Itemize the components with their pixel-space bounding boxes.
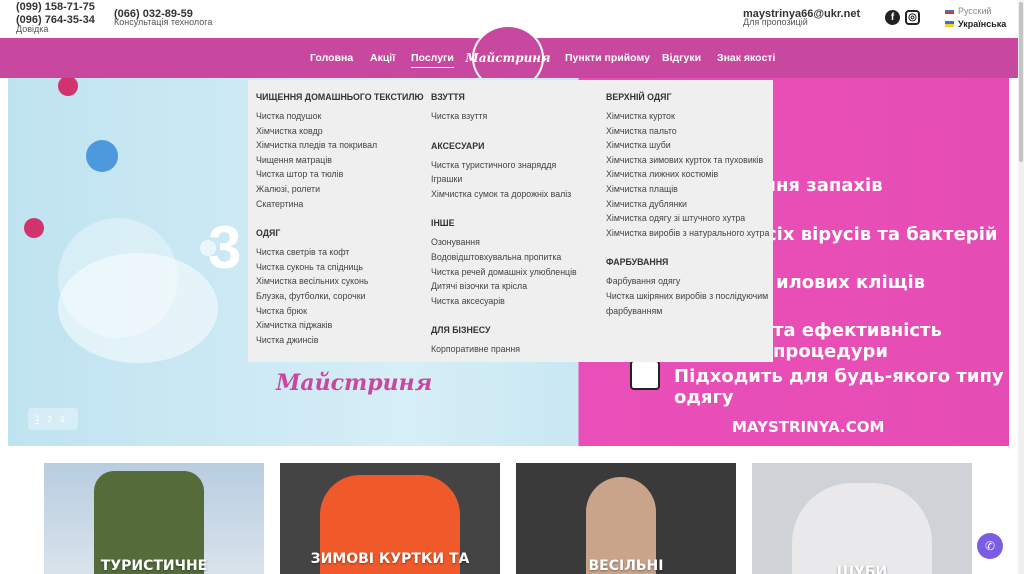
- card-title: ТУРИСТИЧНЕ: [100, 558, 208, 574]
- menu-item[interactable]: Чистка штор та тюлів: [256, 167, 426, 182]
- menu-item[interactable]: Чистка подушок: [256, 109, 426, 124]
- menu-item[interactable]: Дитячі візочки та крісла: [431, 279, 601, 294]
- menu-item[interactable]: Озонування: [431, 235, 601, 250]
- hero-site: MAYSTRINYA.COM: [732, 418, 885, 436]
- hero-big-digit: 3: [208, 214, 242, 281]
- phone-1[interactable]: (099) 158-71-75: [16, 1, 95, 13]
- menu-item[interactable]: Жалюзі, ролети: [256, 182, 426, 197]
- hero-line-4: та ефективність процедури: [773, 320, 942, 362]
- logo-text: Майстриня: [465, 51, 551, 65]
- service-card[interactable]: ТУРИСТИЧНЕ: [44, 463, 264, 574]
- services-dropdown: ЧИЩЕННЯ ДОМАШНЬОГО ТЕКСТИЛЮ Чистка подуш…: [248, 80, 773, 362]
- section-title-dyeing[interactable]: ФАРБУВАННЯ: [606, 255, 771, 270]
- lang-ru[interactable]: Русский: [945, 6, 991, 16]
- menu-item[interactable]: Хімчистка пледів та покривал: [256, 138, 426, 153]
- card-title: ЗИМОВІ КУРТКИ ТА: [310, 551, 470, 567]
- menu-item[interactable]: Чистка джинсів: [256, 333, 426, 348]
- section-title-outerwear[interactable]: ВЕРХНІЙ ОДЯГ: [606, 90, 771, 105]
- menu-item[interactable]: Хімчистка шуби: [606, 138, 771, 153]
- menu-item[interactable]: Хімчистка виробів з натурального хутра: [606, 226, 771, 241]
- section-title-home-textile[interactable]: ЧИЩЕННЯ ДОМАШНЬОГО ТЕКСТИЛЮ: [256, 90, 426, 105]
- service-card[interactable]: ВЕСІЛЬНІ: [516, 463, 736, 574]
- menu-item[interactable]: Чистка брюк: [256, 304, 426, 319]
- menu-item[interactable]: Хімчистка зимових курток та пуховиків: [606, 153, 771, 168]
- menu-item[interactable]: Хімчистка ковдр: [256, 124, 426, 139]
- dropdown-col-3: ВЕРХНІЙ ОДЯГ Хімчистка курток Хімчистка …: [606, 90, 771, 318]
- hero-logo: Майстриня: [276, 370, 433, 396]
- menu-item[interactable]: Хімчистка дублянки: [606, 197, 771, 212]
- slider-dots: 1 2 3: [28, 408, 78, 430]
- viber-chat-icon[interactable]: ✆: [977, 533, 1003, 559]
- lang-ru-label: Русский: [958, 6, 992, 16]
- menu-item[interactable]: Чищення матраців: [256, 153, 426, 168]
- nav-pickup-points[interactable]: Пункти прийому: [565, 52, 650, 64]
- menu-item[interactable]: Скатертина: [256, 197, 426, 212]
- slide-dot-3[interactable]: 3: [60, 415, 64, 424]
- menu-item[interactable]: Хімчистка курток: [606, 109, 771, 124]
- card-title: ВЕСІЛЬНІ: [588, 558, 664, 574]
- slide-dot-2[interactable]: 2: [47, 415, 51, 424]
- service-card[interactable]: ЗИМОВІ КУРТКИ ТА: [280, 463, 500, 574]
- russian-flag-icon: [945, 8, 954, 14]
- menu-item[interactable]: Хімчистка піджаків: [256, 318, 426, 333]
- lang-ua[interactable]: Українська: [945, 19, 1006, 29]
- menu-item[interactable]: Чистка шкіряних виробів з послідуючим фа…: [606, 289, 771, 318]
- hero-line-2: сіх вірусів та бактерій: [766, 224, 998, 245]
- menu-item[interactable]: Водовідштовхувальна пропитка: [431, 250, 601, 265]
- nav-promotions[interactable]: Акції: [370, 52, 395, 64]
- menu-item[interactable]: Чистка аксесуарів: [431, 294, 601, 309]
- menu-item[interactable]: Хімчистка весільних суконь: [256, 274, 426, 289]
- ukrainian-flag-icon: [945, 21, 954, 27]
- card-title: ШУБИ: [836, 564, 888, 574]
- phone-caption: Довідка: [16, 24, 49, 34]
- dropdown-col-2: ВЗУТТЯ Чистка взуття АКСЕСУАРИ Чистка ту…: [431, 90, 601, 357]
- menu-item[interactable]: Хімчистка одягу зі штучного хутра: [606, 211, 771, 226]
- hero-line-5: Підходить для будь-якого типу одягу: [674, 366, 1004, 408]
- menu-item[interactable]: Чистка суконь та спідниць: [256, 260, 426, 275]
- section-title-business[interactable]: ДЛЯ БІЗНЕСУ: [431, 323, 601, 338]
- nav-quality-mark[interactable]: Знак якості: [717, 52, 775, 64]
- nav-reviews[interactable]: Відгуки: [662, 52, 701, 64]
- nav-home[interactable]: Головна: [310, 52, 353, 64]
- nav-services[interactable]: Послуги: [411, 52, 454, 68]
- section-title-clothes[interactable]: ОДЯГ: [256, 226, 426, 241]
- menu-item[interactable]: Хімчистка лижних костюмів: [606, 167, 771, 182]
- service-card[interactable]: ШУБИ: [752, 463, 972, 574]
- service-cards: ТУРИСТИЧНЕ ЗИМОВІ КУРТКИ ТА ВЕСІЛЬНІ ШУБ…: [0, 463, 1024, 574]
- menu-item[interactable]: Хімчистка плащів: [606, 182, 771, 197]
- menu-item[interactable]: Блузка, футболки, сорочки: [256, 289, 426, 304]
- menu-item[interactable]: Чистка туристичного знаряддя: [431, 158, 601, 173]
- facebook-icon[interactable]: f: [885, 10, 900, 25]
- scrollbar-thumb[interactable]: [1019, 2, 1023, 162]
- instagram-icon[interactable]: ◎: [905, 10, 920, 25]
- section-title-accessories[interactable]: АКСЕСУАРИ: [431, 139, 601, 154]
- phone-3-caption: Консультація технолога: [114, 17, 213, 27]
- menu-item[interactable]: Корпоративне прання: [431, 342, 601, 357]
- dropdown-col-1: ЧИЩЕННЯ ДОМАШНЬОГО ТЕКСТИЛЮ Чистка подуш…: [256, 90, 426, 347]
- lang-ua-label: Українська: [958, 19, 1007, 29]
- clothing-icon: [630, 360, 660, 390]
- menu-item[interactable]: Іграшки: [431, 172, 601, 187]
- menu-item[interactable]: Хімчистка сумок та дорожніх валіз: [431, 187, 601, 202]
- menu-item[interactable]: Чистка светрів та кофт: [256, 245, 426, 260]
- section-title-other[interactable]: ІНШЕ: [431, 216, 601, 231]
- menu-item[interactable]: Чистка речей домашніх улюбленців: [431, 265, 601, 280]
- fur-coat-image: [792, 483, 932, 574]
- email-caption: Для пропозицій: [743, 17, 808, 27]
- slide-dot-1[interactable]: 1: [35, 414, 40, 424]
- section-title-shoes[interactable]: ВЗУТТЯ: [431, 90, 601, 105]
- menu-item[interactable]: Чистка взуття: [431, 109, 601, 124]
- hero-line-3: илових кліщів: [776, 272, 926, 293]
- menu-item[interactable]: Хімчистка пальто: [606, 124, 771, 139]
- menu-item[interactable]: Фарбування одягу: [606, 274, 771, 289]
